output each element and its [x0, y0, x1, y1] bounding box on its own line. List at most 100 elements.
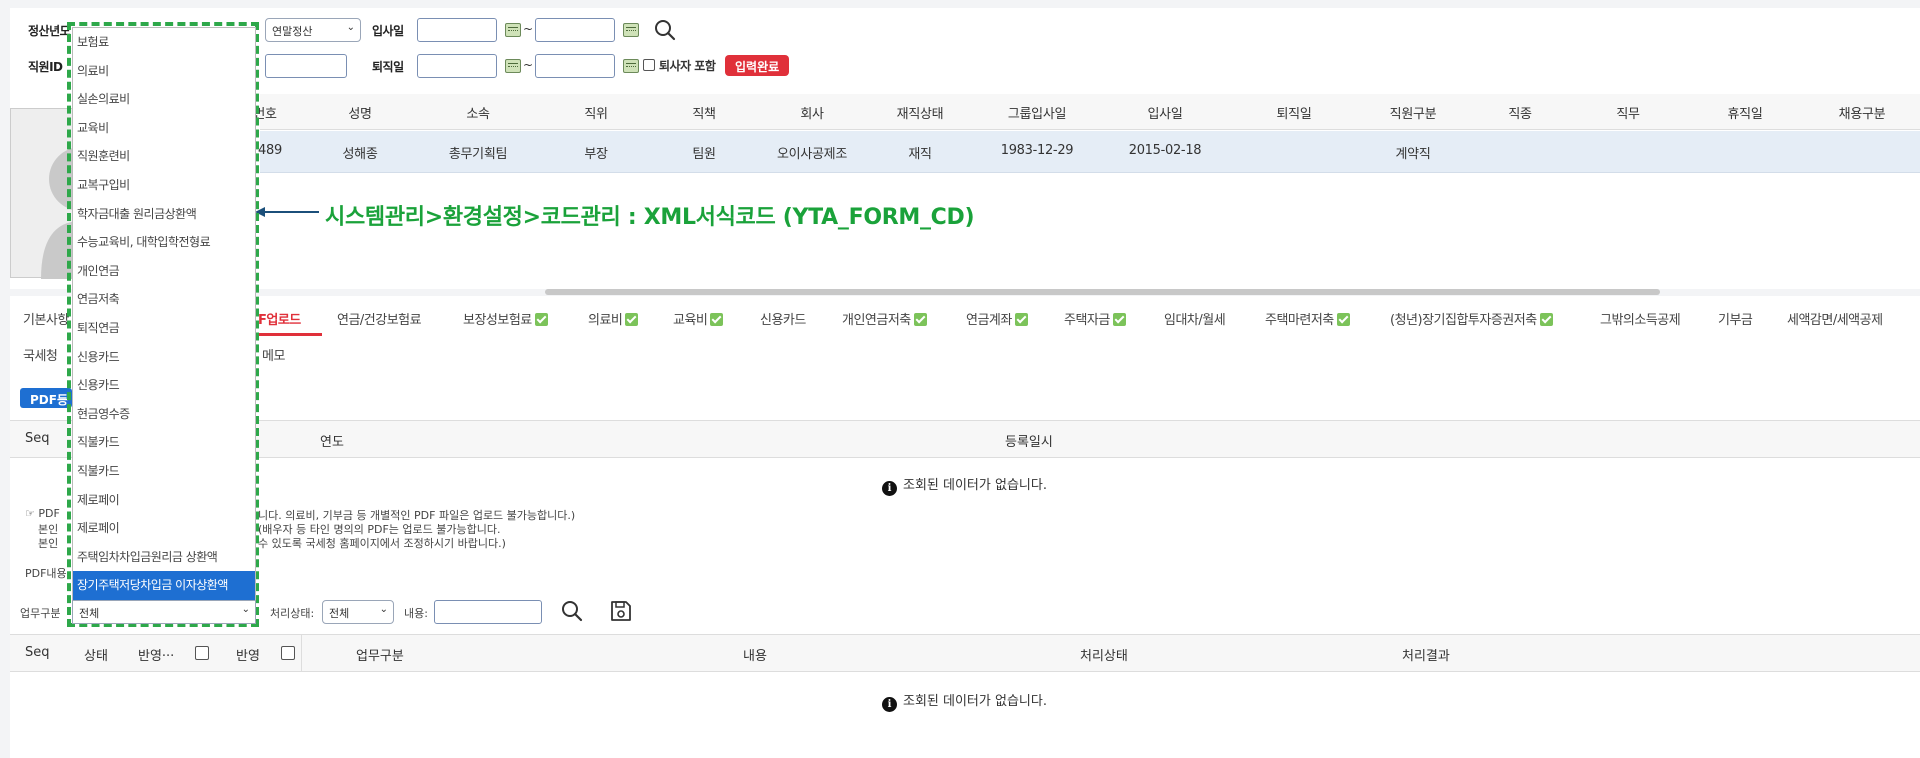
dropdown-option[interactable]: 학자금대출 원리금상환액	[73, 200, 255, 229]
cell-group-hire: 1983-12-29	[1000, 143, 1074, 158]
col-header-process-state: 처리상태	[1080, 649, 1128, 664]
col-header-hire: 입사일	[1147, 107, 1183, 122]
tab-personal-pension[interactable]: 개인연금저축	[842, 309, 927, 328]
col-header-company: 회사	[800, 107, 824, 122]
tab-other-deduction[interactable]: 그밖의소득공제	[1600, 309, 1681, 328]
dropdown-option[interactable]: 의료비	[73, 57, 255, 86]
dropdown-option[interactable]: 직불카드	[73, 457, 255, 486]
tab-insurance[interactable]: 보장성보험료	[463, 309, 548, 328]
active-tab-underline	[255, 333, 322, 336]
apply-all-checkbox-1[interactable]	[195, 646, 209, 660]
search-icon[interactable]	[560, 599, 584, 623]
tab-credit-card[interactable]: 신용카드	[760, 309, 806, 328]
dropdown-option[interactable]: 제로페이	[73, 486, 255, 515]
tab-pension-account[interactable]: 연금계좌	[966, 309, 1028, 328]
dropdown-option[interactable]: 신용카드	[73, 371, 255, 400]
calendar-icon[interactable]	[623, 59, 639, 73]
dropdown-option[interactable]: 퇴직연금	[73, 314, 255, 343]
col-header-role: 직책	[692, 107, 716, 122]
tab-housing-fund[interactable]: 주택자금	[1064, 309, 1126, 328]
note-line-1-prefix: ☞ PDF	[25, 507, 60, 520]
check-icon	[625, 313, 639, 326]
col-header-status: 재직상태	[896, 107, 944, 122]
hire-date-from-input[interactable]	[417, 18, 497, 42]
tab-donation[interactable]: 기부금	[1718, 309, 1753, 328]
check-icon	[1014, 313, 1028, 326]
tab-memo[interactable]: 메모	[262, 345, 285, 364]
dropdown-option[interactable]: 제로페이	[73, 514, 255, 543]
tab-tax-credit[interactable]: 세액감면/세액공제	[1787, 309, 1883, 328]
dropdown-option[interactable]: 연금저축	[73, 285, 255, 314]
col-divider	[301, 634, 302, 672]
tab-education[interactable]: 교육비	[673, 309, 724, 328]
chevron-down-icon: ⌄	[241, 604, 250, 615]
pdf-content-label: PDF내용	[25, 567, 67, 580]
upload-empty-message: i 조회된 데이터가 없습니다.	[882, 474, 1047, 496]
dropdown-option[interactable]: 신용카드	[73, 343, 255, 372]
dropdown-option[interactable]: 교육비	[73, 114, 255, 143]
apply-all-checkbox-2[interactable]	[281, 646, 295, 660]
save-icon[interactable]	[609, 599, 633, 623]
form-code-dropdown-list[interactable]: 보험료 의료비 실손의료비 교육비 직원훈련비 교복구입비 학자금대출 원리금상…	[72, 27, 256, 601]
calendar-icon[interactable]	[505, 23, 521, 37]
tab-pension-health[interactable]: 연금/건강보험료	[337, 309, 422, 328]
cell-dept: 총무기획팀	[448, 147, 508, 162]
cell-company: 오이사공제조	[777, 147, 847, 162]
cell-role: 팀원	[692, 147, 716, 162]
dropdown-option[interactable]: 교복구입비	[73, 171, 255, 200]
check-icon	[534, 313, 548, 326]
tab-pdf-upload[interactable]: F업로드	[258, 309, 301, 328]
dropdown-option-selected[interactable]: 장기주택저당차입금 이자상환액	[73, 571, 255, 600]
retire-date-to-input[interactable]	[535, 54, 615, 78]
col-header-seq: Seq	[25, 431, 50, 446]
dropdown-option[interactable]: 개인연금	[73, 257, 255, 286]
note-line-3: 수 있도록 국세청 홈페이지에서 조정하시기 바랍니다.)	[258, 537, 506, 550]
content-input[interactable]	[434, 600, 542, 624]
search-icon[interactable]	[653, 18, 677, 42]
process-state-select[interactable]: 전체 ⌄	[322, 600, 394, 624]
hire-date-to-input[interactable]	[535, 18, 615, 42]
range-tilde: ~	[523, 22, 534, 36]
tab-housing-savings[interactable]: 주택마련저축	[1265, 309, 1350, 328]
col-header-content: 내용	[743, 649, 767, 664]
tab-youth-savings[interactable]: (청년)장기집합투자증권저축	[1390, 309, 1553, 328]
tabs-panel	[10, 296, 1920, 376]
process-state-value: 전체	[329, 607, 350, 620]
cell-status: 재직	[908, 147, 932, 162]
col-header-hire-type: 채용구분	[1838, 107, 1886, 122]
col-header-seq: Seq	[25, 645, 50, 660]
col-header-emp-type: 직원구분	[1389, 107, 1437, 122]
dropdown-option[interactable]: 직원훈련비	[73, 142, 255, 171]
retire-date-from-input[interactable]	[417, 54, 497, 78]
dropdown-option[interactable]: 보험료	[73, 28, 255, 57]
dropdown-option[interactable]: 현금영수증	[73, 400, 255, 429]
col-header-retire: 퇴직일	[1276, 107, 1312, 122]
cell-emp-type: 계약직	[1395, 147, 1431, 162]
calendar-icon[interactable]	[623, 23, 639, 37]
horizontal-scrollbar[interactable]	[545, 289, 1660, 295]
col-header-year: 연도	[320, 435, 344, 450]
work-type-label: 업무구분	[20, 607, 61, 620]
tab-nts[interactable]: 국세청	[23, 345, 58, 364]
include-retired-checkbox[interactable]	[643, 59, 655, 71]
process-state-label: 처리상태:	[270, 607, 315, 620]
check-icon	[1539, 313, 1553, 326]
employee-name-input[interactable]	[265, 54, 347, 78]
settle-type-select[interactable]: 연말정산 ⌄	[265, 18, 361, 42]
dropdown-option[interactable]: 직불카드	[73, 428, 255, 457]
work-type-select[interactable]: 전체 ⌄	[72, 600, 256, 624]
result-table-header	[10, 634, 1920, 672]
tab-basic[interactable]: 기본사항	[23, 309, 69, 328]
calendar-icon[interactable]	[505, 59, 521, 73]
content-label: 내용:	[404, 607, 428, 620]
dropdown-option[interactable]: 주택임차차입금원리금 상환액	[73, 543, 255, 572]
dropdown-option[interactable]: 수능교육비, 대학입학전형료	[73, 228, 255, 257]
tab-medical[interactable]: 의료비	[588, 309, 639, 328]
pdf-register-button[interactable]: PDF등	[20, 388, 72, 408]
col-header-job-type: 직종	[1508, 107, 1532, 122]
info-icon: i	[882, 697, 897, 712]
dropdown-option[interactable]: 실손의료비	[73, 85, 255, 114]
col-header-duty: 직무	[1616, 107, 1640, 122]
tab-rent[interactable]: 임대차/월세	[1164, 309, 1226, 328]
employee-id-label: 직원ID	[28, 60, 63, 74]
